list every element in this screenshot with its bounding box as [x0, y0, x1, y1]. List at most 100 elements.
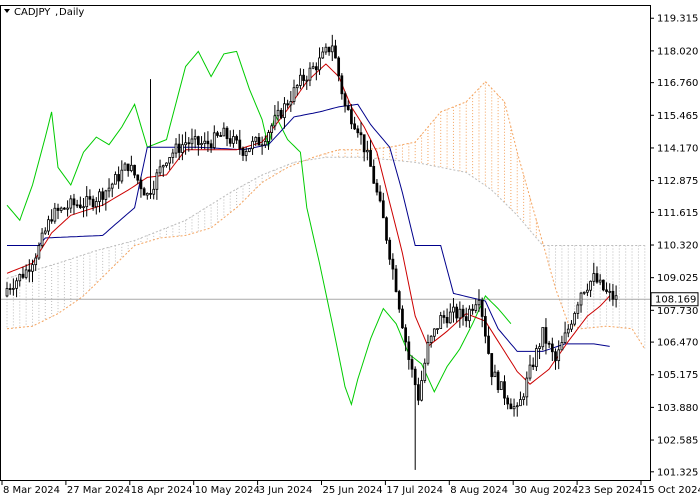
candle-body [292, 87, 296, 102]
candle-body [12, 287, 15, 290]
candle-body [582, 291, 586, 294]
candle-body [439, 315, 443, 329]
candle-body [589, 280, 592, 291]
candle-body [455, 306, 459, 319]
candle-body [340, 75, 344, 95]
candle-body [314, 66, 318, 71]
y-tick-label: 101.325 [657, 467, 698, 478]
candle-body [334, 45, 337, 59]
candle-body [171, 152, 175, 158]
candle-body [34, 257, 38, 266]
candle-body [474, 304, 478, 311]
candle-body [177, 143, 181, 153]
candle-body [27, 269, 31, 272]
candle-body [158, 166, 162, 174]
y-tick-label: 115.465 [657, 111, 698, 122]
candle-body [225, 127, 229, 140]
y-tick-label: 103.880 [657, 403, 698, 414]
candle-body [85, 196, 89, 208]
candle-body [327, 46, 331, 53]
candle-body [407, 341, 411, 360]
candle-body [50, 219, 54, 222]
tenkan-sen-line [6, 63, 611, 385]
candle-body [101, 191, 105, 200]
candle-body [222, 127, 226, 137]
candle-body [200, 143, 203, 146]
current-price-label: 108.169 [655, 295, 696, 306]
x-tick-label: 18 Apr 2024 [131, 485, 193, 496]
x-tick-label: 17 Jul 2024 [386, 485, 443, 496]
candle-body [601, 279, 605, 291]
candle-body [107, 187, 111, 192]
candle-body [471, 308, 474, 311]
candle-body [490, 353, 494, 378]
candle-body [114, 174, 117, 185]
x-tick-label: 30 Aug 2024 [514, 485, 578, 496]
indicator-lines [6, 50, 611, 407]
candle-body [168, 157, 171, 164]
candle-body [117, 174, 120, 182]
x-tick-label: 8 Aug 2024 [450, 485, 508, 496]
candle-body [104, 190, 108, 200]
current-price-tag: 108.169 [650, 292, 699, 307]
candle-body [212, 132, 216, 148]
y-tick-label: 105.175 [657, 370, 698, 381]
symbol-header[interactable]: CADJPY , Daily [4, 7, 84, 18]
candle-body [31, 264, 34, 272]
candle-body [576, 304, 580, 314]
y-axis-ticks: 119.315 118.020 116.760 115.465 114.170 112.8… [650, 14, 698, 478]
candle-body [165, 162, 168, 166]
candle-body [366, 150, 369, 153]
candle-body [130, 164, 133, 172]
candle-body [295, 85, 299, 89]
candle-body [72, 198, 76, 206]
y-tick-label: 112.875 [657, 176, 698, 187]
candle-body [535, 348, 538, 368]
candle-body [193, 136, 197, 140]
chevron-down-icon[interactable] [4, 9, 10, 13]
candle-body [324, 46, 328, 53]
candle-body [515, 405, 519, 408]
candle-body [560, 342, 564, 351]
x-tick-label: 15 Oct 2024 [642, 485, 700, 496]
candle-body [343, 93, 347, 107]
candle-body [321, 51, 325, 59]
candle-body [305, 79, 309, 82]
candle-body [436, 328, 439, 330]
candle-body [550, 343, 554, 353]
candle-body [251, 140, 254, 150]
candle-body [372, 165, 376, 184]
y-tick-label: 106.470 [657, 338, 698, 349]
price-chart[interactable]: 119.315 118.020 116.760 115.465 114.170 112.8… [0, 0, 700, 500]
candle-body [308, 67, 312, 81]
candle-body [563, 332, 567, 343]
candle-body [608, 290, 612, 293]
candle-body [139, 179, 143, 190]
candle-body [541, 327, 545, 348]
candle-body [244, 151, 248, 156]
candle-body [378, 191, 382, 202]
candle-body [120, 169, 124, 182]
candle-body [110, 183, 114, 189]
candle-body [174, 143, 178, 154]
candle-body [346, 105, 350, 111]
chart-canvas[interactable]: 119.315 118.020 116.760 115.465 114.170 112.8… [0, 0, 700, 500]
chikou-span-line [6, 50, 512, 407]
candle-body [187, 142, 191, 145]
candle-body [94, 201, 98, 208]
candle-body [586, 289, 589, 293]
candle-body [359, 132, 363, 136]
candle-body [547, 342, 551, 345]
candle-body [276, 109, 280, 117]
candle-body [235, 136, 238, 141]
candle-body [487, 335, 490, 354]
candle-body [8, 288, 12, 290]
candle-body [311, 66, 315, 69]
candle-body [468, 308, 471, 322]
y-tick-label: 114.170 [657, 143, 698, 154]
candle-body [66, 207, 69, 210]
candle-body [216, 132, 219, 136]
candle-body [554, 351, 557, 362]
y-tick-label: 111.615 [657, 208, 698, 219]
candle-body [149, 192, 152, 195]
